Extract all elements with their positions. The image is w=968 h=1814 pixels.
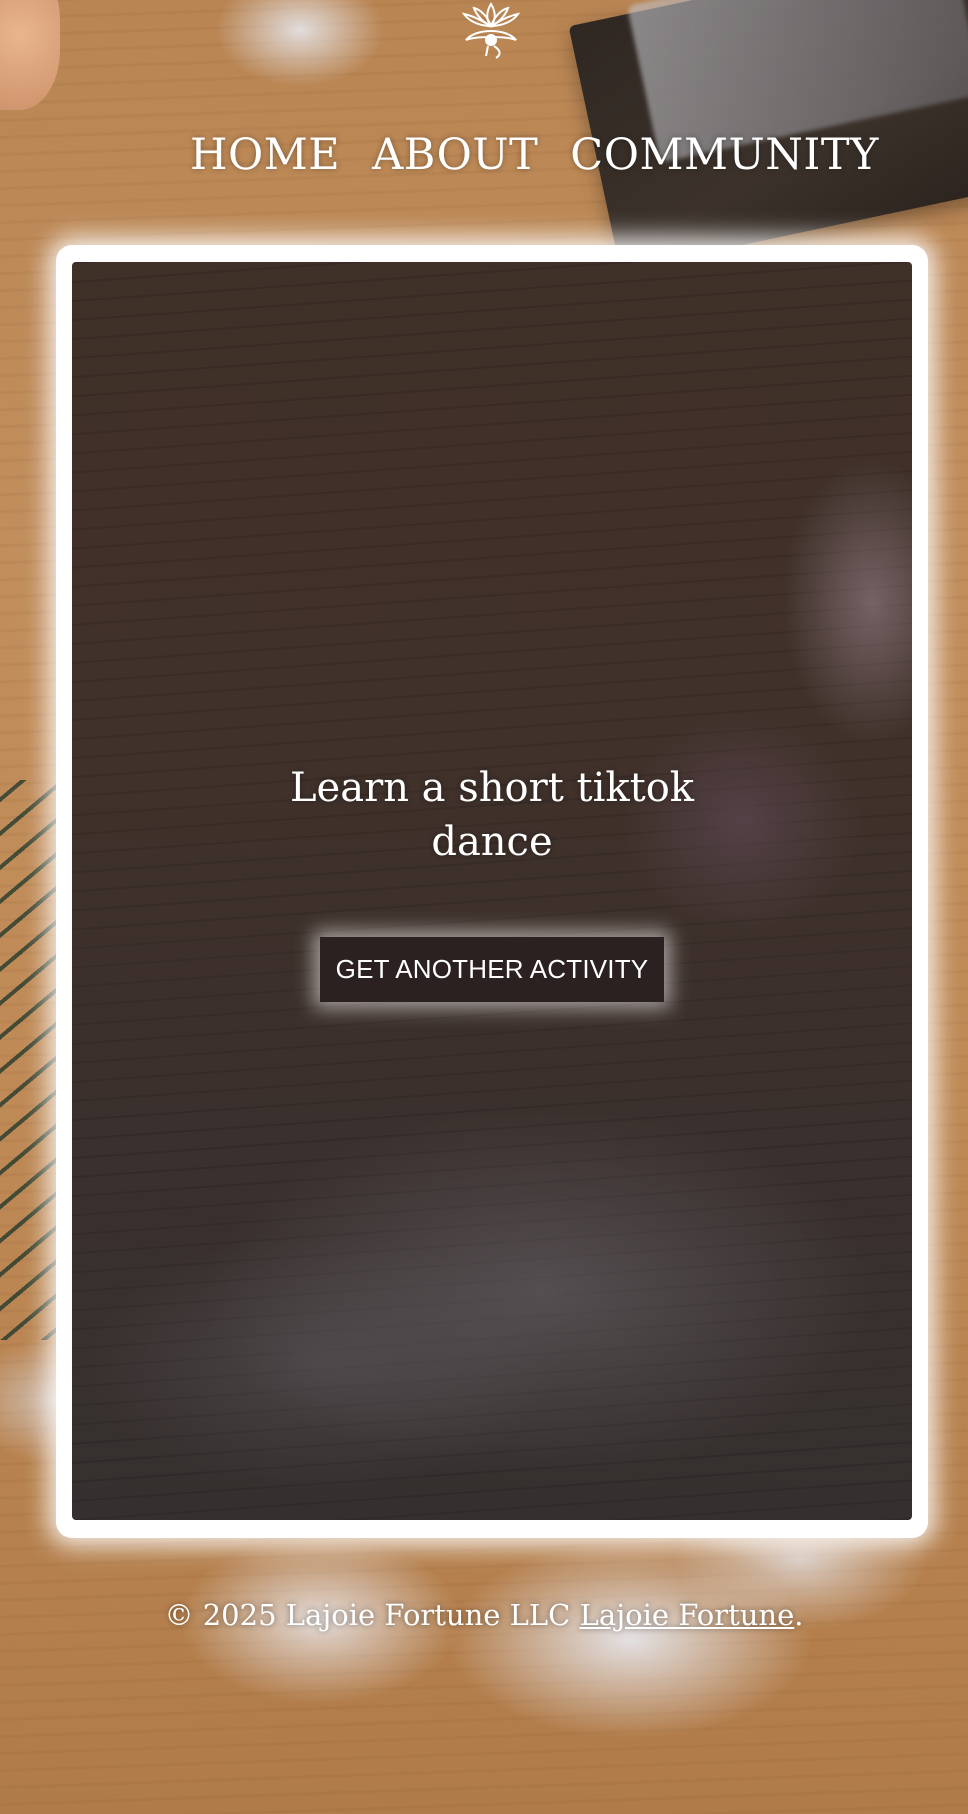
get-another-activity-button[interactable]: GET ANOTHER ACTIVITY: [319, 936, 665, 1002]
activity-text: Learn a short tiktok dance: [289, 764, 695, 865]
nav-item-about[interactable]: ABOUT: [372, 130, 538, 180]
footer-copyright: © 2025 Lajoie Fortune LLC: [164, 1598, 580, 1632]
background-decoration: [0, 0, 60, 110]
main-navigation: HOME ABOUT COMMUNITY: [190, 130, 879, 180]
activity-card: Learn a short tiktok dance GET ANOTHER A…: [72, 262, 912, 1520]
nav-item-home[interactable]: HOME: [190, 130, 340, 180]
nav-item-community[interactable]: COMMUNITY: [570, 130, 879, 180]
card-content: Learn a short tiktok dance GET ANOTHER A…: [72, 262, 912, 1520]
footer-suffix: .: [794, 1598, 804, 1632]
footer-link[interactable]: Lajoie Fortune: [580, 1598, 795, 1632]
lotus-eye-icon[interactable]: [456, 0, 526, 64]
footer: © 2025 Lajoie Fortune LLC Lajoie Fortune…: [0, 1598, 968, 1632]
